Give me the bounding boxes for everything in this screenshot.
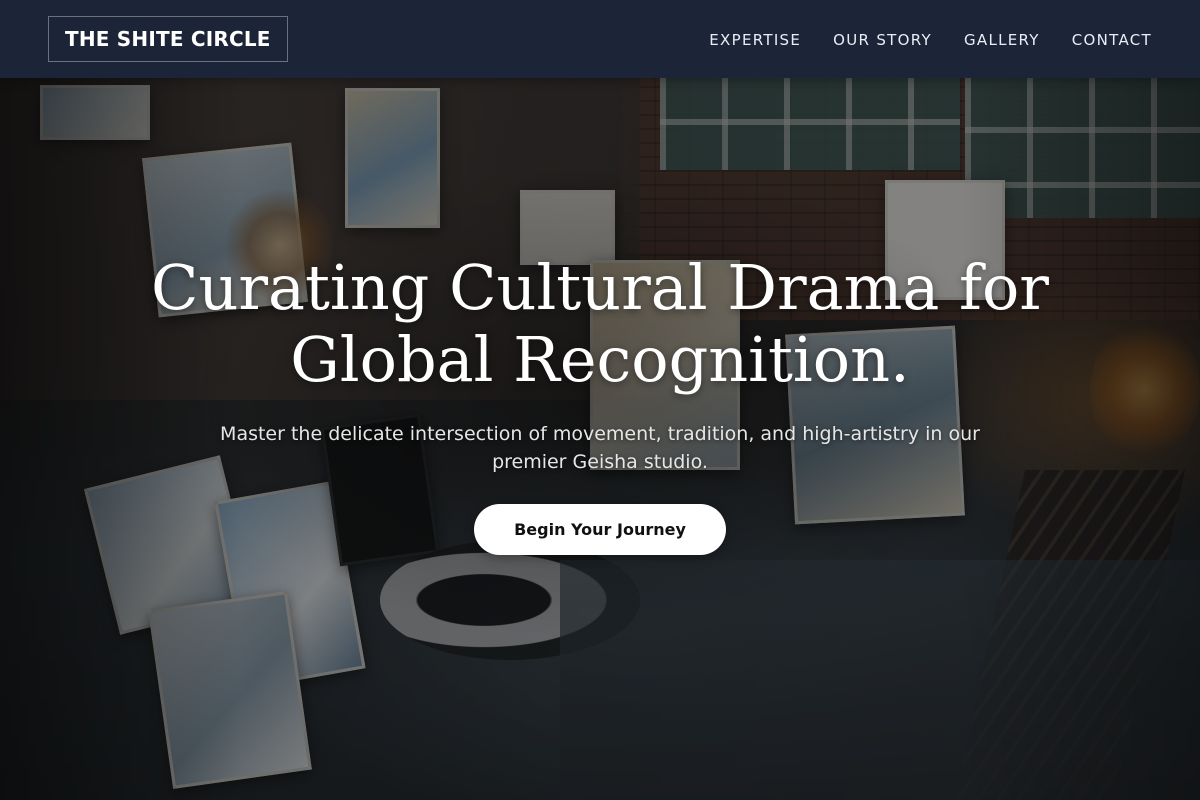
hero-section: Curating Cultural Drama for Global Recog…: [0, 252, 1200, 555]
landing-page: THE SHITE CIRCLE EXPERTISE OUR STORY GAL…: [0, 0, 1200, 800]
nav-link-gallery[interactable]: GALLERY: [964, 31, 1040, 49]
nav-item-contact: CONTACT: [1072, 30, 1152, 49]
hero-title-line-1: Curating Cultural Drama for: [151, 251, 1049, 324]
nav-item-gallery: GALLERY: [964, 30, 1040, 49]
nav-link-contact[interactable]: CONTACT: [1072, 31, 1152, 49]
nav-item-expertise: EXPERTISE: [709, 30, 801, 49]
nav-item-our-story: OUR STORY: [833, 30, 932, 49]
hero-title: Curating Cultural Drama for Global Recog…: [150, 252, 1050, 396]
hero-subtitle: Master the delicate intersection of move…: [190, 420, 1010, 476]
nav-links: EXPERTISE OUR STORY GALLERY CONTACT: [709, 0, 1152, 78]
top-navbar: THE SHITE CIRCLE EXPERTISE OUR STORY GAL…: [0, 0, 1200, 78]
begin-journey-button[interactable]: Begin Your Journey: [474, 504, 726, 555]
nav-link-our-story[interactable]: OUR STORY: [833, 31, 932, 49]
hero-subtitle-line-1: Master the delicate intersection of move…: [220, 423, 980, 445]
hero-subtitle-line-2: premier Geisha studio.: [492, 451, 708, 473]
hero-title-line-2: Global Recognition.: [290, 323, 910, 396]
brand-logo[interactable]: THE SHITE CIRCLE: [48, 16, 288, 62]
nav-link-expertise[interactable]: EXPERTISE: [709, 31, 801, 49]
